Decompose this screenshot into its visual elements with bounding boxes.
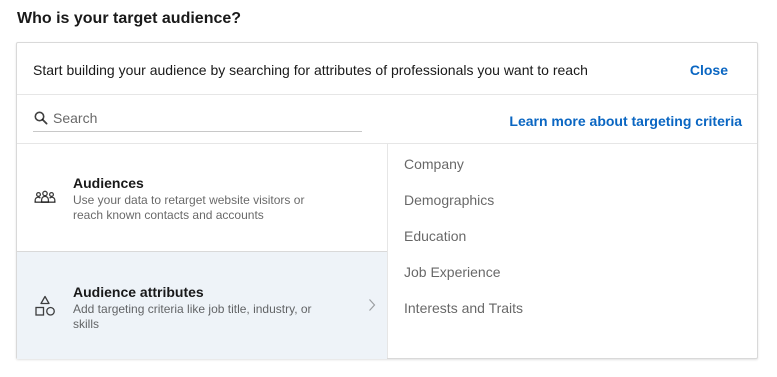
option-audiences[interactable]: Audiences Use your data to retarget webs… — [17, 144, 387, 252]
category-demographics[interactable]: Demographics — [404, 191, 494, 209]
option-title: Audiences — [73, 175, 144, 191]
search-box[interactable] — [33, 105, 362, 132]
page-title: Who is your target audience? — [17, 10, 242, 27]
option-list: Audiences Use your data to retarget webs… — [17, 144, 388, 359]
intro-row: Start building your audience by searchin… — [17, 43, 757, 95]
chevron-right-icon — [369, 299, 376, 311]
option-description: Use your data to retarget website visito… — [73, 193, 305, 222]
intro-text: Start building your audience by searchin… — [33, 62, 588, 78]
search-icon — [34, 111, 48, 125]
option-audience-attributes[interactable]: Audience attributes Add targeting criter… — [17, 252, 387, 359]
category-interests-and-traits[interactable]: Interests and Traits — [404, 299, 523, 317]
learn-more-link[interactable]: Learn more about targeting criteria — [509, 112, 742, 130]
option-title: Audience attributes — [73, 284, 204, 300]
search-row: Learn more about targeting criteria — [17, 95, 757, 144]
close-button[interactable]: Close — [690, 61, 728, 79]
people-group-icon — [34, 190, 56, 203]
category-education[interactable]: Education — [404, 227, 466, 245]
category-company[interactable]: Company — [404, 155, 464, 173]
category-list: Company Demographics Education Job Exper… — [388, 144, 757, 358]
search-input[interactable] — [53, 108, 353, 128]
category-job-experience[interactable]: Job Experience — [404, 263, 501, 281]
shapes-icon — [35, 295, 55, 316]
audience-panel: Start building your audience by searchin… — [16, 42, 758, 359]
option-description: Add targeting criteria like job title, i… — [73, 302, 312, 331]
